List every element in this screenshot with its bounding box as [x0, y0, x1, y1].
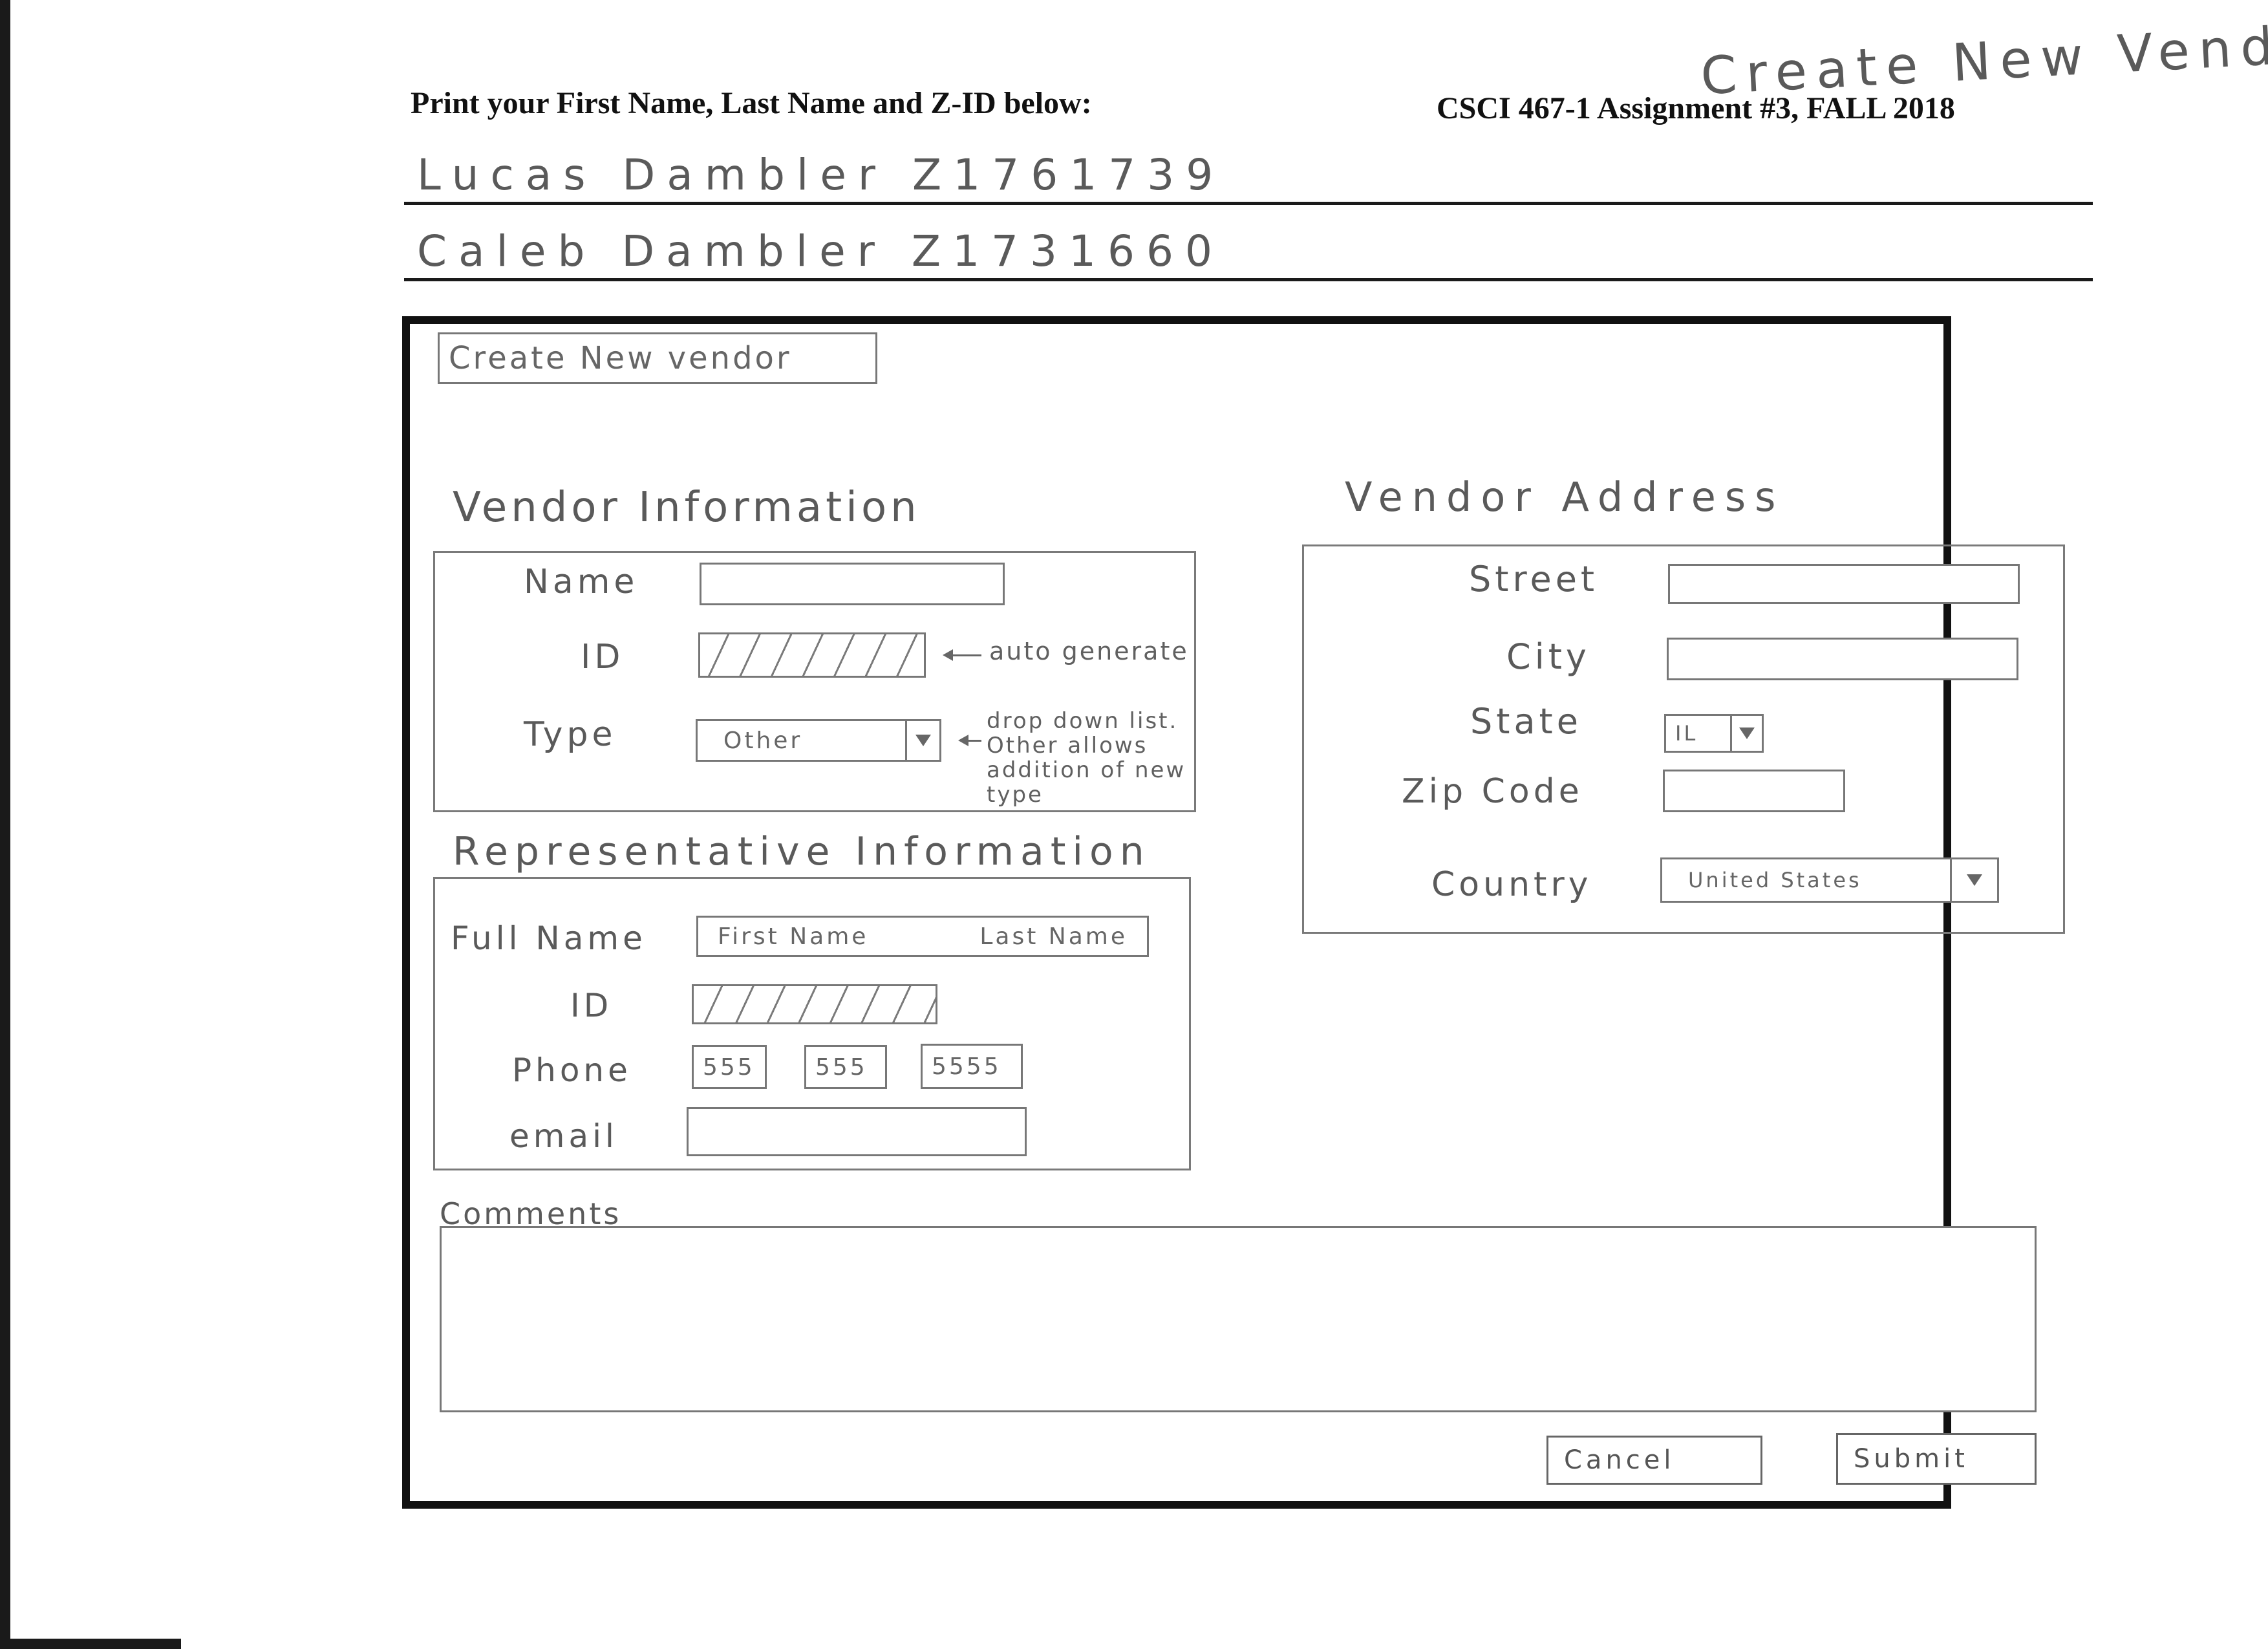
phone-line-input[interactable]: 5555 [921, 1044, 1023, 1089]
last-name-placeholder: Last Name [979, 923, 1128, 950]
zip-label: Zip Code [1402, 772, 1583, 811]
street-input[interactable] [1668, 564, 2020, 604]
auto-generate-arrow [943, 649, 981, 661]
chevron-down-icon [1739, 727, 1755, 739]
rep-id-label: ID [570, 987, 613, 1024]
vendor-id-label: ID [581, 638, 625, 676]
rep-email-label: email [509, 1117, 618, 1155]
auto-generate-note: auto generate [989, 637, 1189, 665]
street-label: Street [1469, 559, 1599, 599]
scan-edge-left [0, 0, 10, 1649]
phone-area-code-input[interactable]: 555 [692, 1045, 767, 1089]
dropdown-note: drop down list. Other allows addition of… [987, 708, 1186, 808]
state-label: State [1470, 701, 1582, 742]
name-line-1 [404, 202, 2093, 205]
state-dropdown-button[interactable] [1730, 716, 1762, 751]
rep-fullname-input[interactable]: First Name Last Name [696, 916, 1149, 957]
chevron-down-icon [915, 735, 931, 746]
vendor-type-dropdown-button[interactable] [905, 721, 939, 760]
submit-button[interactable]: Submit [1836, 1433, 2037, 1485]
vendor-type-value: Other [723, 727, 803, 754]
country-value: United States [1688, 868, 1862, 892]
first-name-placeholder: First Name [718, 923, 869, 950]
cancel-button[interactable]: Cancel [1546, 1436, 1762, 1485]
chevron-down-icon [1967, 874, 1982, 886]
country-select[interactable]: United States [1660, 857, 1999, 903]
vendor-type-select[interactable]: Other [696, 719, 941, 762]
phone-prefix-input[interactable]: 555 [804, 1045, 887, 1089]
name-line-2 [404, 278, 2093, 281]
create-new-vendor-title-button[interactable]: Create New vendor [438, 332, 877, 384]
scan-edge-bottom [0, 1639, 181, 1649]
city-label: City [1506, 636, 1590, 677]
comments-textarea[interactable] [440, 1226, 2037, 1412]
rep-phone-label: Phone [512, 1051, 632, 1089]
student-1-entry: Lucas Dambler Z1761739 [417, 150, 1225, 200]
dropdown-note-arrow [958, 735, 981, 746]
vendor-name-input[interactable] [700, 563, 1005, 605]
rep-fullname-label: Full Name [451, 920, 647, 957]
city-input[interactable] [1667, 638, 2018, 680]
name-instruction: Print your First Name, Last Name and Z-I… [411, 86, 1092, 120]
rep-info-heading: Representative Information [453, 829, 1151, 874]
vendor-info-heading: Vendor Information [453, 484, 921, 532]
vendor-name-label: Name [524, 563, 639, 601]
vendor-type-label: Type [524, 715, 617, 754]
state-select[interactable]: IL [1664, 714, 1764, 753]
state-value: IL [1675, 721, 1698, 746]
rep-email-input[interactable] [687, 1107, 1027, 1156]
corner-title: Create New Vendor [1699, 12, 2268, 107]
country-label: Country [1431, 865, 1592, 904]
country-dropdown-button[interactable] [1950, 859, 1997, 901]
rep-id-field [692, 984, 937, 1024]
zip-input[interactable] [1663, 770, 1845, 812]
vendor-address-heading: Vendor Address [1345, 473, 1785, 521]
student-2-entry: Caleb Dambler Z1731660 [417, 226, 1225, 276]
vendor-id-field [698, 632, 926, 678]
